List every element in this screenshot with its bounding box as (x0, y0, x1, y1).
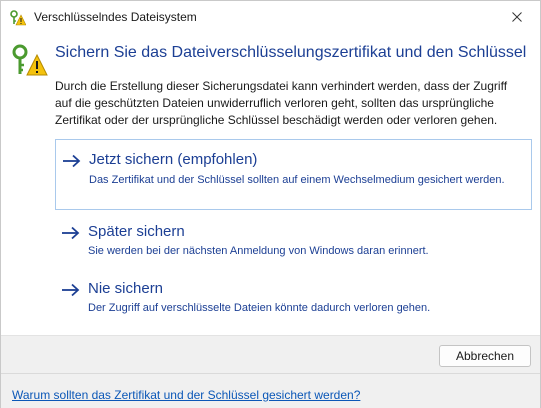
dialog-window: Verschlüsselndes Dateisystem Sichern Sie… (0, 0, 541, 408)
option-backup-later[interactable]: Später sichern Sie werden bei der nächst… (55, 219, 532, 263)
option-title: Nie sichern (88, 280, 164, 297)
arrow-right-icon (62, 226, 80, 240)
option-title: Später sichern (88, 223, 185, 240)
option-never-backup[interactable]: Nie sichern Der Zugriff auf verschlüssel… (55, 277, 532, 321)
key-warning-icon (10, 10, 26, 26)
option-description: Das Zertifikat und der Schlüssel sollten… (89, 174, 505, 186)
window-title: Verschlüsselndes Dateisystem (34, 10, 197, 24)
cancel-button[interactable]: Abbrechen (439, 345, 531, 367)
arrow-right-icon (63, 154, 81, 168)
dialog-description: Durch die Erstellung dieser Sicherungsda… (55, 79, 508, 127)
option-description: Sie werden bei der nächsten Anmeldung vo… (88, 245, 429, 257)
dialog-heading: Sichern Sie das Dateiverschlüsselungszer… (55, 44, 527, 61)
close-icon (512, 12, 522, 22)
option-backup-now[interactable]: Jetzt sichern (empfohlen) Das Zertifikat… (55, 139, 532, 210)
option-description: Der Zugriff auf verschlüsselte Dateien k… (88, 302, 431, 314)
arrow-right-icon (62, 283, 80, 297)
title-bar: Verschlüsselndes Dateisystem (1, 1, 540, 33)
certificate-key-warning-icon (12, 44, 48, 76)
close-button[interactable] (494, 1, 540, 33)
option-title: Jetzt sichern (empfohlen) (89, 151, 258, 168)
help-link[interactable]: Warum sollten das Zertifikat und der Sch… (12, 388, 360, 402)
